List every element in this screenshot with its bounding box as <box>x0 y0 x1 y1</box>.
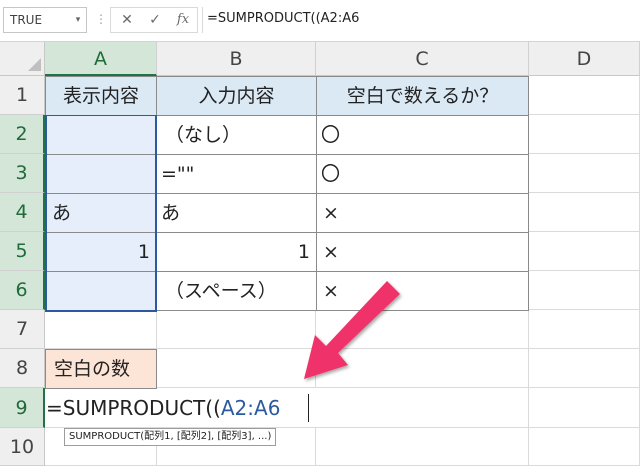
column-header-c[interactable]: C <box>316 42 529 76</box>
cell-c2[interactable]: 〇 <box>316 115 529 155</box>
cell-d5[interactable] <box>529 232 640 271</box>
editing-formula[interactable]: =SUMPRODUCT((A2:A6 <box>46 388 280 428</box>
cell-d6[interactable] <box>529 271 640 310</box>
cell-d8[interactable] <box>529 349 640 388</box>
row-header-3[interactable]: 3 <box>0 154 45 193</box>
chevron-down-icon[interactable]: ▾ <box>70 7 86 33</box>
cell-d3[interactable] <box>529 154 640 193</box>
column-header-b[interactable]: B <box>157 42 316 76</box>
row-header-6[interactable]: 6 <box>0 271 45 310</box>
fx-icon[interactable]: fx <box>169 8 197 32</box>
row-header-5[interactable]: 5 <box>0 232 45 271</box>
column-header-a[interactable]: A <box>45 42 157 76</box>
cell-a7[interactable] <box>45 310 157 349</box>
check-icon[interactable]: ✓ <box>141 8 169 32</box>
cell-d7[interactable] <box>529 310 640 349</box>
cell-d9[interactable] <box>529 388 640 428</box>
cell-b5[interactable]: 1 <box>156 232 317 272</box>
formula-buttons: ✕ ✓ fx <box>110 7 198 33</box>
column-header-d[interactable]: D <box>529 42 640 76</box>
more-icon: ⋮ <box>95 12 107 26</box>
cell-b4[interactable]: あ <box>156 193 317 233</box>
cell-b1[interactable]: 入力内容 <box>156 76 317 116</box>
row-header-4[interactable]: 4 <box>0 193 45 232</box>
function-tooltip[interactable]: SUMPRODUCT(配列1, [配列2], [配列3], ...) <box>64 428 277 446</box>
cell-c3[interactable]: 〇 <box>316 154 529 194</box>
formula-range-ref: A2:A6 <box>220 396 281 420</box>
formula-input[interactable]: =SUMPRODUCT((A2:A6 <box>202 7 638 33</box>
row-header-10[interactable]: 10 <box>0 428 45 466</box>
cell-c4[interactable]: × <box>316 193 529 233</box>
arrow-icon <box>304 281 400 379</box>
text-cursor <box>308 394 309 422</box>
row-header-1[interactable]: 1 <box>0 76 45 115</box>
cell-c5[interactable]: × <box>316 232 529 272</box>
cell-d10[interactable] <box>529 428 640 466</box>
row-header-2[interactable]: 2 <box>0 115 45 154</box>
row-header-8[interactable]: 8 <box>0 349 45 388</box>
cell-a8[interactable]: 空白の数 <box>45 349 157 389</box>
cell-b3[interactable]: ="" <box>156 154 317 194</box>
formula-prefix: =SUMPRODUCT(( <box>46 396 221 420</box>
cell-c9[interactable] <box>316 388 529 428</box>
cell-d4[interactable] <box>529 193 640 232</box>
select-all-icon <box>28 58 41 71</box>
cell-d2[interactable] <box>529 115 640 154</box>
cell-c10[interactable] <box>316 428 529 466</box>
range-highlight <box>45 115 157 312</box>
cell-b2[interactable]: （なし） <box>156 115 317 155</box>
cell-c1[interactable]: 空白で数えるか？ <box>316 76 529 116</box>
cell-d1[interactable] <box>529 76 640 115</box>
close-icon[interactable]: ✕ <box>113 8 141 32</box>
row-header-7[interactable]: 7 <box>0 310 45 349</box>
row-header-9[interactable]: 9 <box>0 388 45 428</box>
cell-a1[interactable]: 表示内容 <box>45 76 157 116</box>
